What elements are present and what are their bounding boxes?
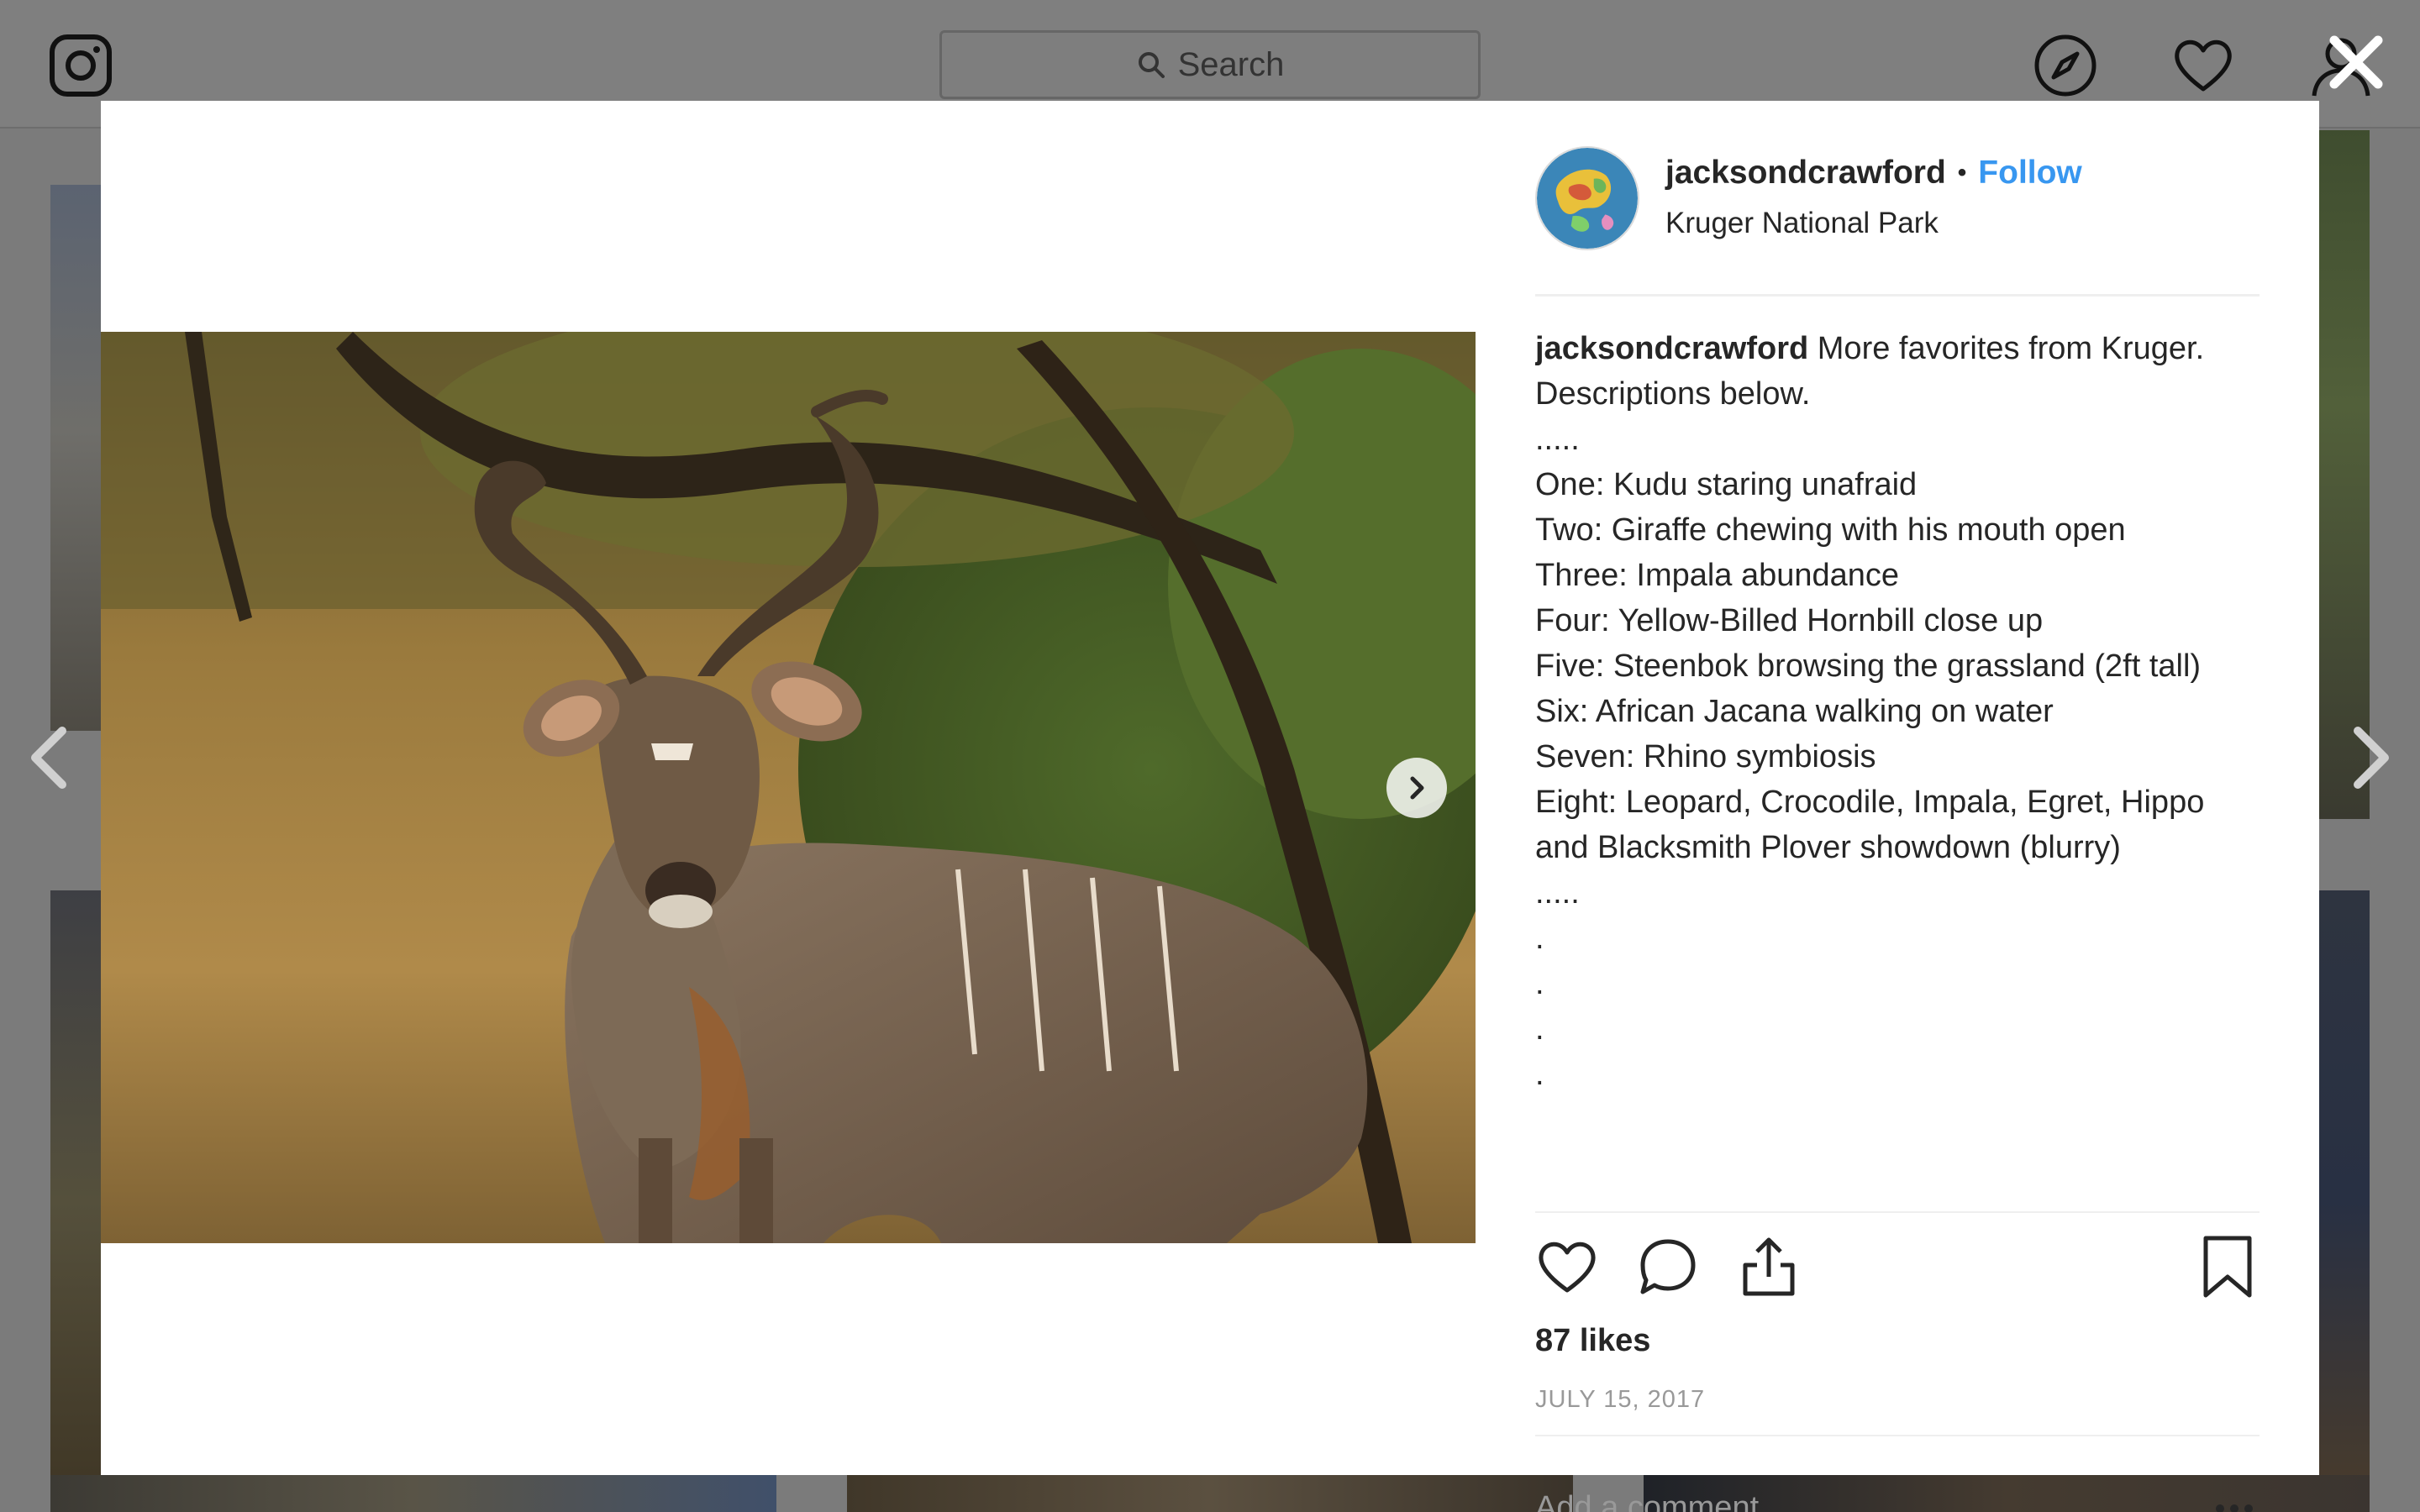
background-post-thumbnail: [50, 1475, 776, 1512]
caption-line: Three: Impala abundance: [1535, 558, 1900, 593]
caption-line: Two: Giraffe chewing with his mouth open: [1535, 512, 2126, 548]
follow-button[interactable]: Follow: [1978, 155, 2081, 192]
search-placeholder: Search: [1177, 45, 1285, 83]
comment-divider: [1535, 1435, 2260, 1436]
caption-line: .: [1535, 966, 1544, 1001]
post-photo[interactable]: [101, 332, 1476, 1243]
caption-line: jacksondcrawford More favorites from Kru…: [1535, 331, 2205, 366]
background-post-thumbnail: [2316, 130, 2370, 819]
caption-line: Five: Steenbok browsing the grassland (2…: [1535, 648, 2202, 684]
search-box[interactable]: Search: [939, 30, 1481, 99]
post-sidebar: jacksondcrawford • Follow Kruger Nationa…: [1535, 101, 2260, 1512]
comment-input[interactable]: [1535, 1478, 2191, 1512]
share-icon[interactable]: [1737, 1235, 1801, 1299]
globe-avatar-image: [1537, 148, 1638, 249]
caption-fade: [1535, 1162, 2260, 1212]
caption-line: Eight: Leopard, Crocodile, Impala, Egret…: [1535, 785, 2205, 820]
previous-post-arrow-icon[interactable]: [25, 724, 72, 791]
post-actions: [1535, 1235, 2260, 1302]
likes-count[interactable]: 87 likes: [1535, 1323, 1650, 1359]
compass-icon[interactable]: [2032, 32, 2099, 99]
caption-line: .: [1535, 921, 1544, 956]
post-caption: jacksondcrawford More favorites from Kru…: [1535, 326, 2260, 1212]
caption-line: Descriptions below.: [1535, 376, 1811, 412]
background-post-thumbnail: [847, 1475, 1573, 1512]
close-icon[interactable]: [2326, 32, 2386, 92]
background-post-thumbnail: [50, 890, 103, 1512]
comment-bubble-icon[interactable]: [1636, 1235, 1700, 1299]
heart-icon[interactable]: [2170, 32, 2237, 99]
search-icon: [1138, 52, 1165, 78]
background-post-thumbnail: [50, 185, 103, 731]
post-modal: jacksondcrawford • Follow Kruger Nationa…: [101, 101, 2319, 1512]
header-divider: [1535, 294, 2260, 297]
bookmark-icon[interactable]: [2196, 1235, 2260, 1299]
caption-line: and Blacksmith Plover showdown (blurry): [1535, 830, 2121, 865]
caption-line: .....: [1535, 422, 1580, 457]
header-line: jacksondcrawford • Follow: [1665, 155, 2082, 192]
carousel-next-button[interactable]: [1386, 758, 1447, 818]
like-heart-icon[interactable]: [1535, 1235, 1599, 1299]
comment-row: [1535, 1478, 2260, 1512]
caption-line: One: Kudu staring unafraid: [1535, 467, 1918, 502]
chevron-right-icon: [1410, 776, 1424, 800]
post-header: jacksondcrawford • Follow Kruger Nationa…: [1535, 146, 2260, 250]
background-post-thumbnail: [2316, 890, 2370, 1512]
post-location[interactable]: Kruger National Park: [1665, 207, 1939, 240]
caption-line: Four: Yellow-Billed Hornbill close up: [1535, 603, 2044, 638]
caption-divider: [1535, 1211, 2260, 1213]
post-username[interactable]: jacksondcrawford: [1665, 155, 1946, 192]
header-separator: •: [1957, 159, 1967, 186]
instagram-camera-icon[interactable]: [49, 34, 113, 97]
kudu-photo: [101, 332, 1476, 1243]
caption-line: .: [1535, 1011, 1544, 1047]
caption-line: Seven: Rhino symbiosis: [1535, 739, 1876, 774]
more-options-icon[interactable]: [2209, 1492, 2260, 1512]
caption-line: .....: [1535, 875, 1580, 911]
avatar[interactable]: [1535, 146, 1639, 250]
post-date: JULY 15, 2017: [1535, 1386, 1706, 1413]
caption-line: .: [1535, 1057, 1544, 1092]
next-post-arrow-icon[interactable]: [2348, 724, 2395, 791]
caption-username[interactable]: jacksondcrawford: [1535, 331, 1808, 366]
caption-line: Six: African Jacana walking on water: [1535, 694, 2054, 729]
